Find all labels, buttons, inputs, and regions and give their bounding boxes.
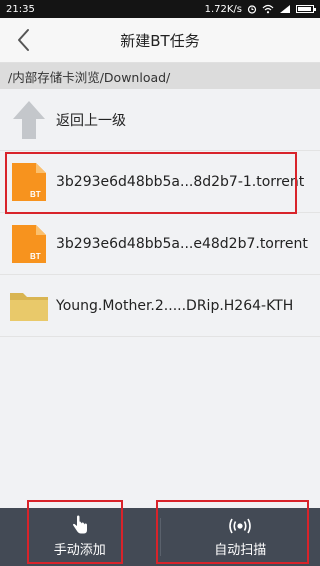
list-item-folder[interactable]: Young.Mother.2.....DRip.H264-KTH	[0, 275, 320, 337]
highlight-box	[156, 500, 309, 564]
highlight-box	[5, 152, 297, 214]
list-item-torrent[interactable]: BT 3b293e6d48bb5a...e48d2b7.torrent	[0, 213, 320, 275]
chevron-left-icon[interactable]	[12, 27, 36, 53]
battery-icon	[296, 5, 316, 13]
breadcrumb: /内部存储卡浏览/Download/	[0, 63, 320, 89]
status-icons: 1.72K/s	[204, 3, 316, 15]
svg-text:BT: BT	[30, 252, 41, 261]
list-item-label: Young.Mother.2.....DRip.H264-KTH	[56, 297, 294, 314]
alarm-icon	[247, 5, 257, 14]
page-title: 新建BT任务	[120, 31, 200, 50]
bt-file-icon: BT	[12, 224, 46, 263]
highlight-box	[27, 500, 123, 564]
network-speed: 1.72K/s	[204, 3, 242, 15]
list-item-label: 3b293e6d48bb5a...e48d2b7.torrent	[56, 235, 308, 252]
list-item-parent[interactable]: 返回上一级	[0, 89, 320, 151]
folder-icon	[10, 292, 48, 321]
status-time: 21:35	[6, 3, 35, 15]
wifi-icon	[262, 4, 274, 14]
path-label: /内部存储卡浏览/Download/	[8, 69, 171, 85]
up-arrow-icon	[13, 100, 45, 139]
list-item-label: 返回上一级	[56, 112, 126, 129]
status-bar: 21:35 1.72K/s	[0, 0, 320, 18]
header: 新建BT任务	[0, 18, 320, 63]
signal-icon	[280, 5, 290, 13]
